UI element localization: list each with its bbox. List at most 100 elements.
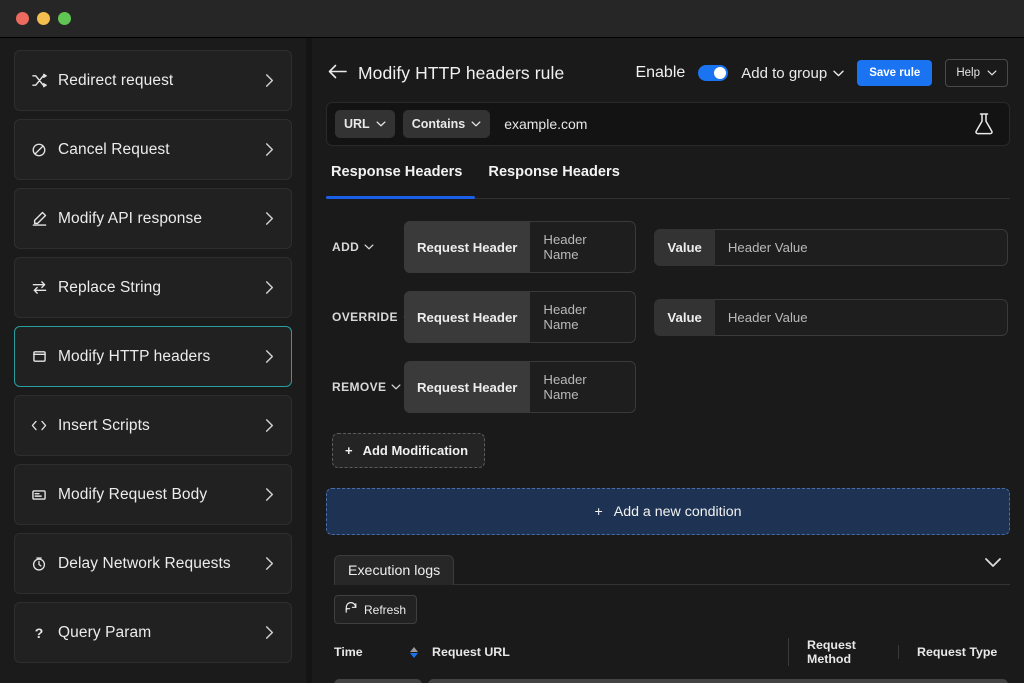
url-operator-dropdown[interactable]: Contains	[402, 110, 491, 138]
modification-operation-dropdown[interactable]: REMOVE	[332, 380, 404, 394]
url-condition-bar: URL Contains example.com	[326, 102, 1010, 146]
modifications-list: ADD Request Header Header Name Value Header …	[326, 199, 1010, 413]
sidebar-item-label: Modify API response	[58, 209, 203, 227]
modification-operation-label: OVERRIDE	[332, 310, 398, 324]
chevron-right-icon[interactable]	[264, 625, 275, 640]
chevron-down-icon[interactable]	[984, 555, 1002, 573]
chevron-right-icon[interactable]	[264, 556, 275, 571]
tab-response-headers-1[interactable]: Response Headers	[488, 164, 619, 199]
add-modification-label: Add Modification	[362, 443, 469, 458]
chevron-right-icon[interactable]	[264, 418, 275, 433]
back-arrow-icon[interactable]	[328, 64, 347, 83]
modification-row-add: ADD Request Header Header Name Value Header …	[332, 221, 1008, 273]
add-modification-button[interactable]: + Add Modification	[332, 433, 486, 468]
help-button[interactable]: Help	[945, 59, 1008, 87]
table-header-row: Time Request URL Request Method Request …	[334, 636, 1008, 668]
window-minimize-button[interactable]	[37, 12, 50, 25]
flask-icon[interactable]	[969, 108, 999, 140]
save-rule-button[interactable]: Save rule	[857, 60, 933, 86]
header-name-input[interactable]: Header Name	[530, 221, 637, 273]
header-value-key-label: Value	[654, 228, 715, 266]
window-icon	[29, 350, 49, 363]
sidebar-item-label: Query Param	[58, 623, 152, 641]
header-target-dropdown[interactable]: Request Header	[404, 291, 531, 343]
add-condition-label: Add a new condition	[613, 503, 742, 520]
url-operator-label: Contains	[411, 117, 466, 131]
execution-logs-section: Execution logs Refresh Time Request URL …	[326, 555, 1010, 683]
sidebar-item-modify-request-body[interactable]: Modify Request Body	[14, 464, 292, 525]
pencil-icon	[29, 211, 49, 226]
body-icon	[29, 489, 49, 501]
header-value-key-label: Value	[654, 298, 715, 336]
header-value-input[interactable]: Header Value	[714, 228, 1008, 266]
header-target-dropdown[interactable]: Request Header	[404, 221, 531, 273]
modification-operation-dropdown[interactable]: OVERRIDE	[332, 310, 404, 324]
window-close-button[interactable]	[16, 12, 29, 25]
execution-logs-header: Execution logs	[326, 555, 1010, 585]
sidebar-item-modify-http-headers[interactable]: Modify HTTP headers	[14, 326, 292, 387]
header-type-tabs: Response Headers Response Headers	[325, 164, 1010, 199]
plus-icon: +	[594, 503, 603, 520]
header-target-dropdown[interactable]: Request Header	[404, 361, 531, 413]
code-icon	[29, 419, 49, 432]
sidebar-item-modify-api-response[interactable]: Modify API response	[14, 188, 292, 249]
modification-row-remove: REMOVE Request Header Header Name	[332, 361, 1008, 413]
sidebar-item-redirect-request[interactable]: Redirect request	[14, 50, 292, 111]
sidebar-item-label: Replace String	[58, 278, 162, 296]
sort-arrows-icon[interactable]	[410, 646, 418, 658]
header-name-input[interactable]: Header Name	[530, 291, 637, 343]
sidebar-item-label: Redirect request	[58, 71, 174, 89]
add-to-group-dropdown[interactable]: Add to group	[741, 65, 844, 82]
column-header-request-method[interactable]: Request Method	[788, 638, 898, 666]
add-to-group-label: Add to group	[741, 64, 828, 82]
sidebar-item-cancel-request[interactable]: Cancel Request	[14, 119, 292, 180]
rule-editor-panel: Modify HTTP headers rule Enable Add to g…	[312, 38, 1024, 683]
header-value-input[interactable]: Header Value	[714, 298, 1008, 336]
refresh-logs-button[interactable]: Refresh	[334, 595, 418, 624]
enable-toggle[interactable]	[698, 65, 729, 81]
header-name-group: Request Header Header Name	[404, 221, 637, 273]
chevron-right-icon[interactable]	[264, 280, 275, 295]
logs-divider	[454, 584, 1010, 585]
help-label: Help	[956, 67, 980, 79]
column-header-request-url[interactable]: Request URL	[426, 645, 788, 659]
url-source-dropdown[interactable]: URL	[335, 110, 395, 138]
sidebar-item-query-param[interactable]: ? Query Param	[14, 602, 292, 663]
header-value-group: Value Header Value	[654, 298, 1008, 336]
window-maximize-button[interactable]	[58, 12, 71, 25]
sidebar-item-delay-network-requests[interactable]: Delay Network Requests	[14, 533, 292, 594]
chevron-down-icon	[833, 70, 844, 76]
swap-icon	[29, 280, 49, 295]
enable-label: Enable	[635, 64, 686, 81]
column-header-time[interactable]: Time	[334, 645, 426, 659]
app-body: Redirect request Cancel Request Modify API…	[0, 38, 1024, 683]
add-condition-button[interactable]: + Add a new condition	[326, 488, 1010, 535]
header-name-group: Request Header Header Name	[404, 361, 637, 413]
modification-operation-label: REMOVE	[332, 380, 387, 394]
chevron-right-icon[interactable]	[264, 487, 275, 502]
execution-logs-tab[interactable]: Execution logs	[334, 555, 455, 585]
sidebar-item-label: Modify Request Body	[58, 485, 208, 503]
sidebar-item-replace-string[interactable]: Replace String	[14, 257, 292, 318]
app-window: Redirect request Cancel Request Modify API…	[0, 0, 1024, 683]
chevron-right-icon[interactable]	[264, 349, 275, 364]
plus-icon: +	[345, 443, 353, 458]
question-icon: ?	[34, 624, 44, 641]
clock-icon	[29, 556, 49, 571]
modification-operation-dropdown[interactable]: ADD	[332, 240, 404, 254]
header-name-group: Request Header Header Name	[404, 291, 637, 343]
column-header-time-label: Time	[334, 645, 363, 659]
url-value-input[interactable]: example.com	[504, 116, 969, 132]
chevron-right-icon[interactable]	[264, 211, 275, 226]
header-name-input[interactable]: Header Name	[530, 361, 637, 413]
column-header-request-type[interactable]: Request Type	[898, 645, 1008, 659]
window-titlebar	[0, 0, 1024, 38]
editor-header: Modify HTTP headers rule Enable Add to g…	[326, 50, 1010, 96]
chevron-right-icon[interactable]	[264, 142, 275, 157]
table-body	[334, 668, 1008, 683]
refresh-icon	[345, 602, 357, 617]
chevron-right-icon[interactable]	[264, 73, 275, 88]
sidebar-item-insert-scripts[interactable]: Insert Scripts	[14, 395, 292, 456]
tab-response-headers-0[interactable]: Response Headers	[325, 164, 476, 199]
modification-row-override: OVERRIDE Request Header Header Name Value He…	[332, 291, 1008, 343]
